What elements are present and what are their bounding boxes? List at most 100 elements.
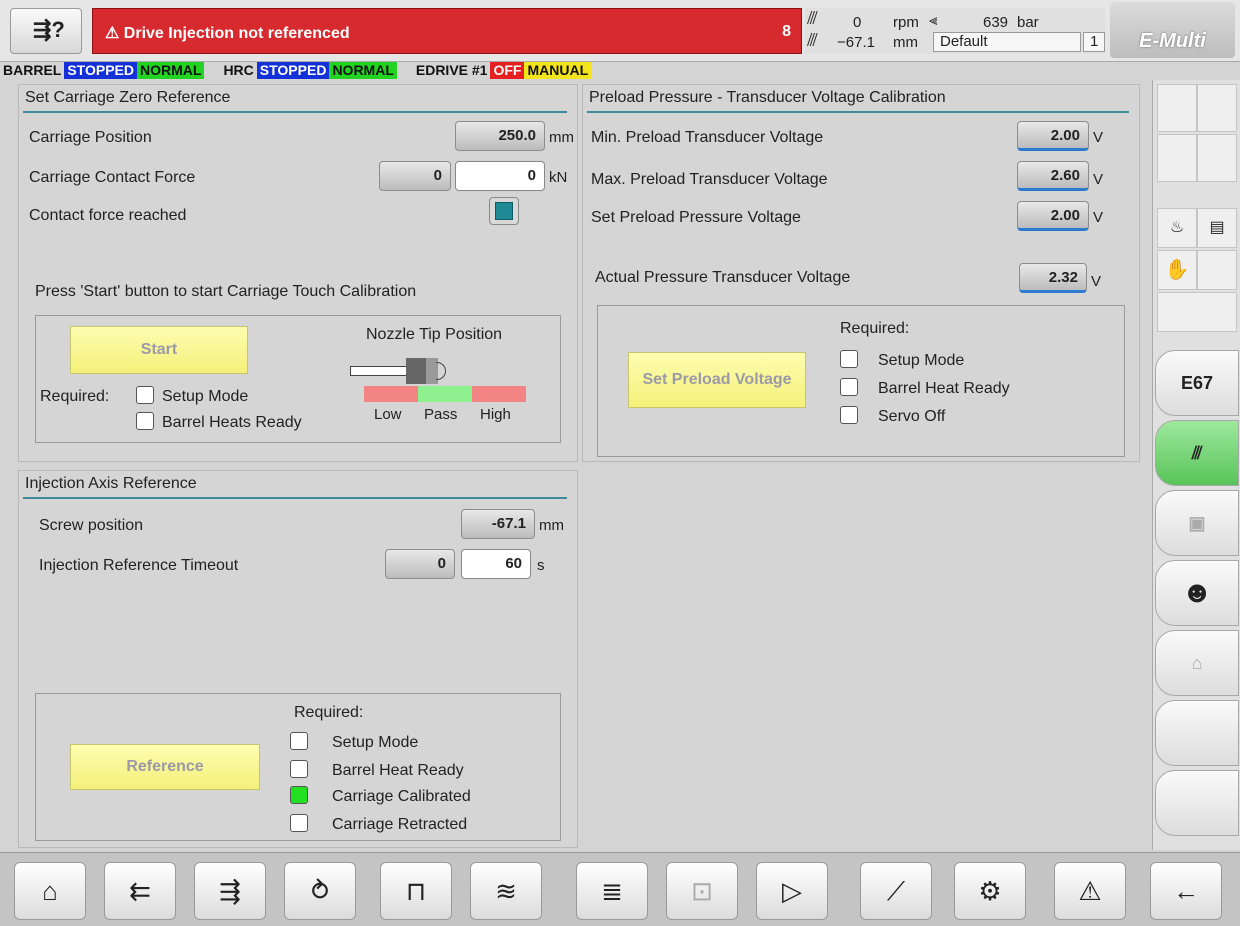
set-voltage-label: Set Preload Pressure Voltage	[591, 209, 801, 226]
unit-label: V	[1093, 129, 1104, 146]
contact-force-label: Carriage Contact Force	[29, 169, 196, 186]
profile-select[interactable]: Default	[933, 32, 1081, 52]
sidebar-slot[interactable]	[1157, 292, 1237, 332]
screw-rotate-nav-button[interactable]: ⥁	[284, 862, 356, 920]
screw-inject-icon: ⇶	[219, 876, 241, 906]
barrel-heats-label: Barrel Heats Ready	[162, 414, 302, 431]
settings-icon: ⚙	[978, 876, 1002, 906]
screw-inject-nav-button[interactable]: ⇶	[194, 862, 266, 920]
sidebar-slot[interactable]	[1197, 250, 1237, 290]
barrel-heats-checkbox	[136, 412, 154, 430]
sidebar-slot[interactable]	[1197, 84, 1237, 132]
temperature-profile-nav-button[interactable]: ⊓	[380, 862, 452, 920]
status-segment: HRC	[220, 62, 257, 79]
sheet-icon[interactable]: ▤	[1197, 208, 1237, 248]
nozzle-title: Nozzle Tip Position	[366, 326, 503, 343]
unit-label: mm	[539, 517, 564, 534]
pass-zone	[418, 386, 472, 402]
alarm-banner[interactable]: ⚠ Drive Injection not referenced 8	[92, 8, 802, 54]
status-segment: NORMAL	[137, 62, 205, 79]
settings-nav-button[interactable]: ⚙	[954, 862, 1026, 920]
back-arrow-nav-button[interactable]: ←	[1150, 862, 1222, 920]
set-preload-voltage-button[interactable]: Set Preload Voltage	[628, 352, 806, 408]
screw-position-value: -67.1	[461, 509, 535, 539]
required-label: Required:	[840, 320, 910, 337]
home-nav-button[interactable]: ⌂	[14, 862, 86, 920]
rpm-unit: rpm	[893, 14, 919, 31]
carriage-position-label: Carriage Position	[29, 129, 152, 146]
calibration-group: Start Required: Setup Mode Barrel Heats …	[35, 315, 561, 443]
pressure-unit: bar	[1017, 14, 1039, 31]
actual-voltage-label: Actual Pressure Transducer Voltage	[595, 269, 851, 286]
timeout-label: Injection Reference Timeout	[39, 557, 239, 574]
setup-mode-checkbox	[136, 386, 154, 404]
trend-button[interactable]: ⌂	[1155, 630, 1239, 696]
max-voltage-value[interactable]: 2.60	[1017, 161, 1089, 191]
empty-softkey[interactable]	[1155, 770, 1239, 836]
reference-button[interactable]: Reference	[70, 744, 260, 790]
contact-force-setpoint[interactable]: 0	[455, 161, 545, 191]
start-button[interactable]: Start	[70, 326, 248, 374]
preload-action-group: Set Preload Voltage Required: Setup Mode…	[597, 305, 1125, 457]
sidebar-slot[interactable]	[1157, 134, 1197, 182]
operator-help-button[interactable]: ⇶?	[10, 8, 82, 54]
carriage-calibrated-checkbox	[290, 786, 308, 804]
panel-title: Preload Pressure - Transducer Voltage Ca…	[589, 89, 946, 106]
actual-voltage-value: 2.32	[1019, 263, 1087, 293]
empty-softkey[interactable]	[1155, 700, 1239, 766]
alarm-icon: ⚠	[1078, 876, 1102, 906]
e67-button[interactable]: E67	[1155, 350, 1239, 416]
unit-label: s	[537, 557, 545, 574]
unit-label: mm	[549, 129, 574, 146]
heater-nav-button[interactable]: ≋	[470, 862, 542, 920]
screw-position-icon: ⫻	[807, 30, 818, 50]
status-segment: EDRIVE #1	[412, 62, 491, 79]
timeout-actual: 0	[385, 549, 455, 579]
mold-nav-button[interactable]: ⊡	[666, 862, 738, 920]
min-voltage-value[interactable]: 2.00	[1017, 121, 1089, 151]
low-label: Low	[374, 406, 402, 423]
alarm-count: 8	[782, 23, 791, 40]
status-segment: BARREL	[0, 62, 65, 79]
list-nav-button[interactable]: ≣	[576, 862, 648, 920]
barrel-heat-label: Barrel Heat Ready	[332, 762, 464, 779]
alarm-message: ⚠ Drive Injection not referenced	[105, 25, 350, 42]
home-icon: ⌂	[42, 876, 58, 906]
nozzle-icon	[350, 358, 450, 384]
manual-hand-icon[interactable]: ✋	[1157, 250, 1197, 290]
profile-number[interactable]: 1	[1083, 32, 1105, 52]
high-label: High	[480, 406, 511, 423]
set-voltage-value[interactable]: 2.00	[1017, 201, 1089, 231]
chart-nav-button[interactable]: ⟋	[860, 862, 932, 920]
screw-back-nav-button[interactable]: ⇇	[104, 862, 176, 920]
required-label: Required:	[40, 388, 110, 405]
status-segment: NORMAL	[329, 62, 397, 79]
user-button[interactable]: ☻	[1155, 560, 1239, 626]
carriage-position-value: 250.0	[455, 121, 545, 151]
carriage-retracted-checkbox	[290, 814, 308, 832]
injection-unit-icon: ⫻	[1191, 443, 1203, 463]
alarm-nav-button[interactable]: ⚠	[1054, 862, 1126, 920]
save-button[interactable]: ▣	[1155, 490, 1239, 556]
barrel-heat-checkbox	[840, 378, 858, 396]
unit-label: kN	[549, 169, 568, 186]
timeout-setpoint[interactable]: 60	[461, 549, 531, 579]
setup-mode-checkbox	[290, 732, 308, 750]
position-unit: mm	[893, 34, 918, 51]
valve-gate-nav-button[interactable]: ▷	[756, 862, 828, 920]
high-zone	[472, 386, 526, 402]
sidebar-slot[interactable]	[1197, 134, 1237, 182]
panel-title: Set Carriage Zero Reference	[25, 89, 231, 106]
title-divider	[23, 497, 567, 499]
e-multi-logo: E-Multi	[1110, 2, 1235, 58]
temperature-profile-icon: ⊓	[405, 876, 427, 906]
low-zone	[364, 386, 418, 402]
reference-action-group: Reference Required: Setup Mode Barrel He…	[35, 693, 561, 841]
screw-position-label: Screw position	[39, 517, 144, 534]
heater-status-icon[interactable]: ♨	[1157, 208, 1197, 248]
force-reached-label: Contact force reached	[29, 207, 187, 224]
sidebar-slot[interactable]	[1157, 84, 1197, 132]
injection-unit-button[interactable]: ⫻	[1155, 420, 1239, 486]
chart-icon: ⟋	[886, 876, 906, 906]
pass-label: Pass	[424, 406, 458, 423]
